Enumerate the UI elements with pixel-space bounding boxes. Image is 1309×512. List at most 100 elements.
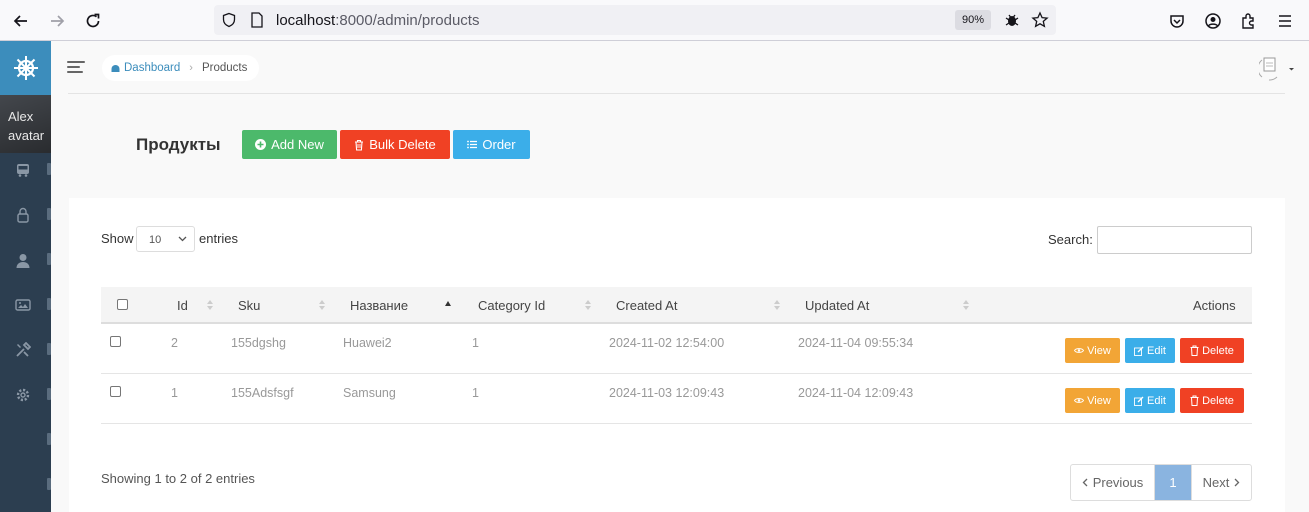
avatar-alt-text-1: Alex — [8, 109, 34, 124]
ship-wheel-icon — [13, 56, 38, 80]
header-created-at[interactable]: Created At — [616, 298, 677, 313]
hamburger-icon — [1279, 15, 1291, 27]
url-bar[interactable]: localhost:8000/admin/products 90% — [214, 5, 1056, 35]
bookmark-star-icon[interactable] — [1031, 11, 1049, 29]
sidebar-item-extra-2[interactable] — [0, 470, 51, 500]
sort-icon[interactable] — [319, 300, 325, 311]
page-button-1[interactable]: 1 — [1155, 465, 1191, 500]
sidebar-item-user[interactable] — [0, 245, 51, 275]
sidebar-item-label-stub — [47, 343, 51, 355]
chevron-right-icon — [1234, 478, 1240, 487]
zoom-level[interactable]: 90% — [955, 10, 991, 30]
entries-select[interactable]: 10 — [136, 226, 195, 252]
app-logo[interactable] — [0, 41, 51, 95]
edit-button[interactable]: Edit — [1125, 388, 1175, 413]
sidebar-item-label-stub — [47, 388, 51, 400]
sidebar-item-label-stub — [47, 433, 51, 445]
url-text[interactable]: localhost:8000/admin/products — [276, 12, 479, 29]
delete-label: Delete — [1202, 344, 1234, 357]
cell-sku: 155dgshg — [231, 336, 286, 350]
sort-asc-icon[interactable] — [445, 300, 451, 311]
menu-button[interactable] — [1272, 8, 1298, 34]
header-updated-at[interactable]: Updated At — [805, 298, 869, 313]
cell-category-id: 1 — [472, 336, 479, 350]
page-icon[interactable] — [248, 11, 266, 29]
row-checkbox[interactable] — [110, 386, 121, 397]
sort-icon[interactable] — [963, 300, 969, 311]
breadcrumb-separator: › — [189, 62, 193, 74]
gear-icon — [15, 387, 31, 403]
sidebar-item-tools[interactable] — [0, 335, 51, 365]
breadcrumb: Dashboard › Products — [102, 55, 260, 81]
back-button[interactable] — [8, 8, 34, 34]
tools-icon — [15, 342, 31, 358]
header-actions: Actions — [1193, 298, 1236, 313]
next-label: Next — [1202, 475, 1230, 490]
list-icon — [467, 140, 478, 149]
lock-icon — [15, 207, 31, 223]
edit-button[interactable]: Edit — [1125, 338, 1175, 363]
header-sku[interactable]: Sku — [238, 298, 260, 313]
sidebar-item-bus[interactable] — [0, 155, 51, 185]
table-header: Id Sku Название Category Id Created At U… — [101, 287, 1252, 324]
admin-header: Dashboard › Products — [51, 41, 1309, 94]
account-button[interactable] — [1200, 8, 1226, 34]
sidebar-item-label-stub — [47, 163, 51, 175]
shield-icon[interactable] — [220, 11, 238, 29]
order-label: Order — [482, 137, 516, 152]
header-category-id[interactable]: Category Id — [478, 298, 545, 313]
extensions-button[interactable] — [1236, 8, 1262, 34]
cell-created-at: 2024-11-03 12:09:43 — [609, 386, 725, 400]
bulk-delete-button[interactable]: Bulk Delete — [340, 130, 450, 159]
account-icon — [1205, 13, 1221, 29]
user-menu[interactable] — [1257, 55, 1299, 83]
sidebar-toggle-icon[interactable] — [67, 61, 85, 73]
view-button[interactable]: View — [1065, 338, 1120, 363]
breadcrumb-home-label: Dashboard — [124, 62, 181, 74]
browser-toolbar: localhost:8000/admin/products 90% — [0, 0, 1309, 41]
trash-icon — [1190, 395, 1199, 406]
search-label: Search: — [1048, 232, 1093, 247]
row-checkbox[interactable] — [110, 336, 121, 347]
chevron-left-icon — [1082, 478, 1088, 487]
puzzle-icon — [1242, 13, 1254, 29]
delete-label: Delete — [1202, 394, 1234, 407]
sidebar-item-label-stub — [47, 208, 51, 220]
bug-icon[interactable] — [1003, 11, 1021, 29]
sidebar-item-images[interactable] — [0, 290, 51, 320]
sidebar-item-settings[interactable] — [0, 380, 51, 410]
reload-button[interactable] — [80, 8, 106, 34]
sort-icon[interactable] — [585, 300, 591, 311]
bulk-delete-label: Bulk Delete — [369, 137, 436, 152]
pocket-button[interactable] — [1164, 8, 1190, 34]
previous-button[interactable]: Previous — [1071, 465, 1155, 500]
arrow-right-icon — [51, 15, 65, 27]
select-all-checkbox[interactable] — [117, 299, 128, 310]
delete-button[interactable]: Delete — [1180, 388, 1244, 413]
view-button[interactable]: View — [1065, 388, 1120, 413]
next-button[interactable]: Next — [1191, 465, 1251, 500]
trash-icon — [355, 139, 364, 151]
header-id[interactable]: Id — [177, 298, 188, 313]
sort-icon[interactable] — [774, 300, 780, 311]
add-new-button[interactable]: Add New — [242, 130, 337, 159]
edit-icon — [1134, 396, 1144, 406]
sidebar-item-extra-1[interactable] — [0, 425, 51, 455]
forward-button[interactable] — [44, 8, 70, 34]
cell-id: 1 — [171, 386, 178, 400]
previous-label: Previous — [1092, 475, 1144, 490]
order-button[interactable]: Order — [453, 130, 530, 159]
search-input[interactable] — [1097, 226, 1252, 254]
avatar[interactable]: Alex avatar — [0, 95, 51, 153]
sort-icon[interactable] — [207, 300, 213, 311]
breadcrumb-current: Products — [201, 62, 248, 74]
breadcrumb-home[interactable]: Dashboard — [111, 62, 180, 74]
reload-icon — [86, 13, 100, 28]
cell-updated-at: 2024-11-04 09:55:34 — [798, 336, 914, 350]
header-name[interactable]: Название — [350, 298, 408, 313]
delete-button[interactable]: Delete — [1180, 338, 1244, 363]
cell-category-id: 1 — [472, 386, 479, 400]
view-label: View — [1087, 394, 1111, 407]
sidebar-item-lock[interactable] — [0, 200, 51, 230]
entries-select-value: 10 — [149, 234, 162, 246]
